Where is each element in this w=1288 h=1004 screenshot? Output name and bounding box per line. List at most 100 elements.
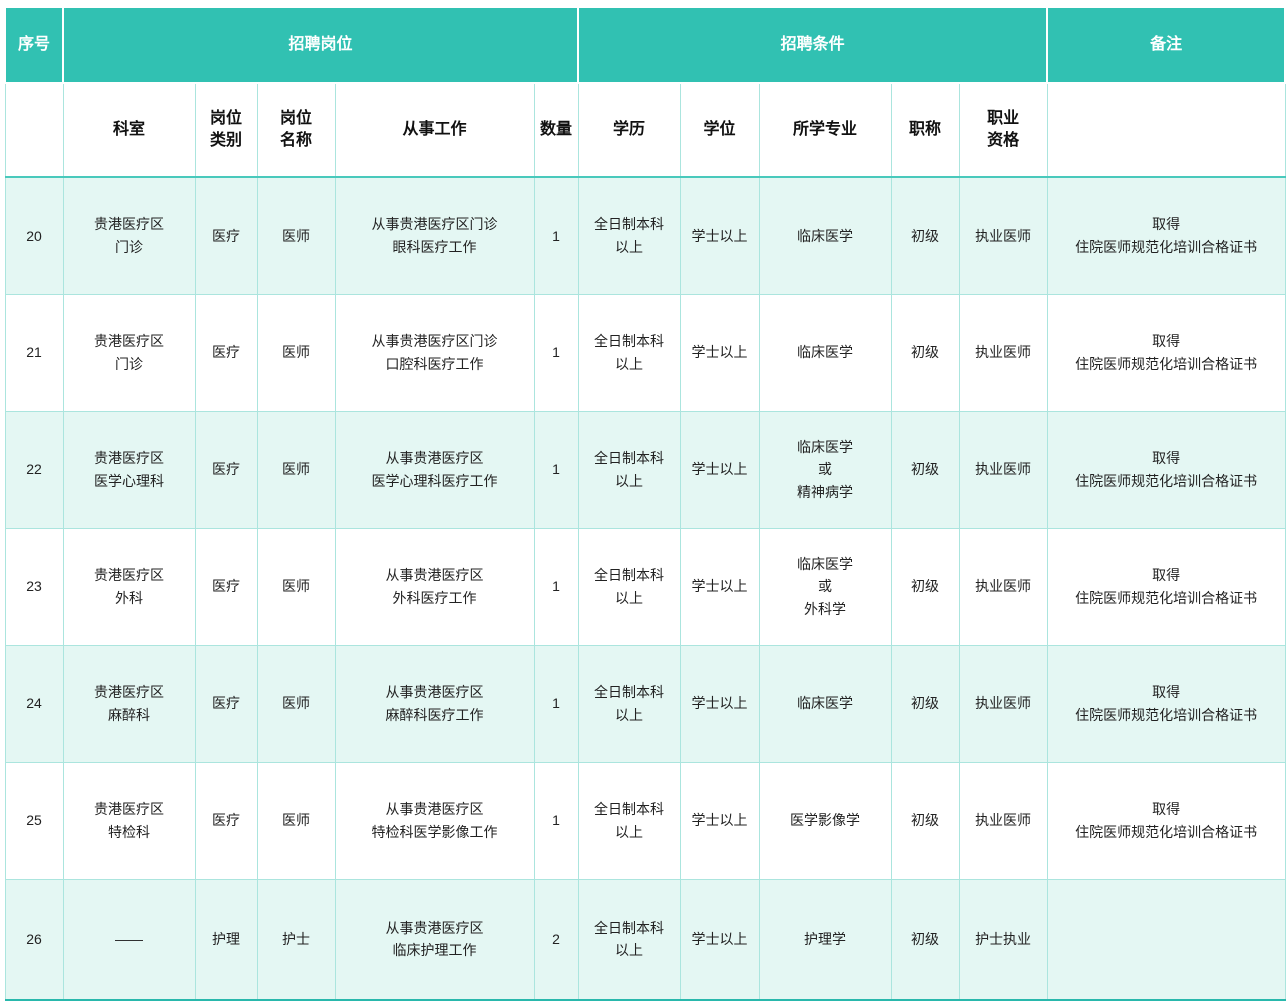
cell-duty: 从事贵港医疗区门诊 眼科医疗工作 <box>335 177 534 294</box>
subheader-cert: 职业 资格 <box>959 83 1047 177</box>
cell-serial: 25 <box>5 762 63 879</box>
cell-qualification: 执业医师 <box>959 645 1047 762</box>
cell-remark <box>1047 879 1285 1000</box>
cell-rank: 初级 <box>891 294 959 411</box>
cell-category: 护理 <box>195 879 257 1000</box>
cell-degree: 学士以上 <box>680 645 759 762</box>
cell-serial: 20 <box>5 177 63 294</box>
group-header-row: 序号 招聘岗位 招聘条件 备注 <box>5 7 1285 83</box>
cell-education: 全日制本科 以上 <box>578 294 680 411</box>
subheader-rank: 职称 <box>891 83 959 177</box>
cell-qualification: 执业医师 <box>959 411 1047 528</box>
cell-degree: 学士以上 <box>680 294 759 411</box>
cell-category: 医疗 <box>195 528 257 645</box>
cell-education: 全日制本科 以上 <box>578 645 680 762</box>
cell-title: 医师 <box>257 411 335 528</box>
cell-department: 贵港医疗区 门诊 <box>63 177 195 294</box>
subheader-count: 数量 <box>534 83 578 177</box>
cell-qualification: 护士执业 <box>959 879 1047 1000</box>
cell-department: 贵港医疗区 门诊 <box>63 294 195 411</box>
table-row: 20 贵港医疗区 门诊 医疗 医师 从事贵港医疗区门诊 眼科医疗工作 1 全日制… <box>5 177 1285 294</box>
cell-remark: 取得 住院医师规范化培训合格证书 <box>1047 528 1285 645</box>
cell-serial: 23 <box>5 528 63 645</box>
table-row: 22 贵港医疗区 医学心理科 医疗 医师 从事贵港医疗区 医学心理科医疗工作 1… <box>5 411 1285 528</box>
cell-rank: 初级 <box>891 762 959 879</box>
cell-serial: 26 <box>5 879 63 1000</box>
cell-education: 全日制本科 以上 <box>578 879 680 1000</box>
recruitment-table-page: 序号 招聘岗位 招聘条件 备注 科室 岗位 类别 岗位 名称 从事工作 数量 学… <box>0 0 1288 1001</box>
cell-count: 1 <box>534 762 578 879</box>
cell-remark: 取得 住院医师规范化培训合格证书 <box>1047 645 1285 762</box>
header-condition-group: 招聘条件 <box>578 7 1047 83</box>
cell-count: 1 <box>534 294 578 411</box>
cell-degree: 学士以上 <box>680 528 759 645</box>
cell-remark: 取得 住院医师规范化培训合格证书 <box>1047 294 1285 411</box>
cell-title: 医师 <box>257 528 335 645</box>
cell-rank: 初级 <box>891 177 959 294</box>
subheader-degree: 学位 <box>680 83 759 177</box>
subheader-department: 科室 <box>63 83 195 177</box>
cell-duty: 从事贵港医疗区 外科医疗工作 <box>335 528 534 645</box>
cell-major: 临床医学 或 精神病学 <box>759 411 891 528</box>
cell-remark: 取得 住院医师规范化培训合格证书 <box>1047 177 1285 294</box>
cell-major: 医学影像学 <box>759 762 891 879</box>
cell-education: 全日制本科 以上 <box>578 177 680 294</box>
cell-duty: 从事贵港医疗区门诊 口腔科医疗工作 <box>335 294 534 411</box>
cell-serial: 24 <box>5 645 63 762</box>
cell-category: 医疗 <box>195 294 257 411</box>
cell-qualification: 执业医师 <box>959 294 1047 411</box>
cell-department: 贵港医疗区 麻醉科 <box>63 645 195 762</box>
cell-category: 医疗 <box>195 762 257 879</box>
cell-remark: 取得 住院医师规范化培训合格证书 <box>1047 762 1285 879</box>
cell-count: 1 <box>534 411 578 528</box>
subheader-remark-empty <box>1047 83 1285 177</box>
cell-title: 医师 <box>257 294 335 411</box>
header-position-group: 招聘岗位 <box>63 7 578 83</box>
cell-rank: 初级 <box>891 528 959 645</box>
table-row: 21 贵港医疗区 门诊 医疗 医师 从事贵港医疗区门诊 口腔科医疗工作 1 全日… <box>5 294 1285 411</box>
cell-department: 贵港医疗区 特检科 <box>63 762 195 879</box>
cell-rank: 初级 <box>891 879 959 1000</box>
subheader-education: 学历 <box>578 83 680 177</box>
subheader-major: 所学专业 <box>759 83 891 177</box>
table-row: 23 贵港医疗区 外科 医疗 医师 从事贵港医疗区 外科医疗工作 1 全日制本科… <box>5 528 1285 645</box>
cell-education: 全日制本科 以上 <box>578 528 680 645</box>
header-serial: 序号 <box>5 7 63 83</box>
cell-department: 贵港医疗区 外科 <box>63 528 195 645</box>
cell-education: 全日制本科 以上 <box>578 411 680 528</box>
cell-education: 全日制本科 以上 <box>578 762 680 879</box>
cell-major: 护理学 <box>759 879 891 1000</box>
sub-header-row: 科室 岗位 类别 岗位 名称 从事工作 数量 学历 学位 所学专业 职称 职业 … <box>5 83 1285 177</box>
subheader-serial-empty <box>5 83 63 177</box>
cell-category: 医疗 <box>195 411 257 528</box>
cell-title: 医师 <box>257 645 335 762</box>
cell-count: 2 <box>534 879 578 1000</box>
subheader-work: 从事工作 <box>335 83 534 177</box>
cell-duty: 从事贵港医疗区 麻醉科医疗工作 <box>335 645 534 762</box>
cell-major: 临床医学 <box>759 294 891 411</box>
cell-count: 1 <box>534 528 578 645</box>
cell-degree: 学士以上 <box>680 762 759 879</box>
cell-rank: 初级 <box>891 411 959 528</box>
cell-qualification: 执业医师 <box>959 177 1047 294</box>
cell-major: 临床医学 或 外科学 <box>759 528 891 645</box>
cell-degree: 学士以上 <box>680 879 759 1000</box>
cell-title: 医师 <box>257 762 335 879</box>
header-remark: 备注 <box>1047 7 1285 83</box>
table-row: 26 —— 护理 护士 从事贵港医疗区 临床护理工作 2 全日制本科 以上 学士… <box>5 879 1285 1000</box>
cell-department: —— <box>63 879 195 1000</box>
subheader-name: 岗位 名称 <box>257 83 335 177</box>
cell-category: 医疗 <box>195 177 257 294</box>
cell-degree: 学士以上 <box>680 177 759 294</box>
cell-title: 医师 <box>257 177 335 294</box>
cell-department: 贵港医疗区 医学心理科 <box>63 411 195 528</box>
cell-qualification: 执业医师 <box>959 528 1047 645</box>
cell-count: 1 <box>534 645 578 762</box>
table-row: 24 贵港医疗区 麻醉科 医疗 医师 从事贵港医疗区 麻醉科医疗工作 1 全日制… <box>5 645 1285 762</box>
cell-serial: 21 <box>5 294 63 411</box>
cell-duty: 从事贵港医疗区 医学心理科医疗工作 <box>335 411 534 528</box>
cell-serial: 22 <box>5 411 63 528</box>
cell-qualification: 执业医师 <box>959 762 1047 879</box>
cell-title: 护士 <box>257 879 335 1000</box>
cell-duty: 从事贵港医疗区 特检科医学影像工作 <box>335 762 534 879</box>
